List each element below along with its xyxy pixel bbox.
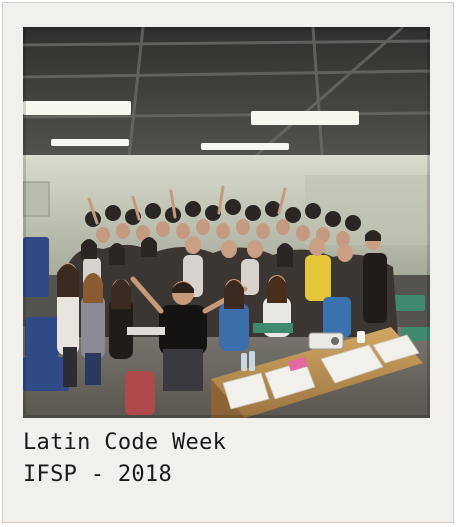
polaroid-card: Latin Code Week IFSP - 2018 [2,2,454,523]
backpack [125,371,155,415]
wall-board [23,181,50,217]
presenter [159,305,207,355]
classroom-photo-illustration [23,27,430,418]
yellow-shirt [305,255,331,301]
caption-line-event: Latin Code Week [23,430,227,455]
caption-line-venue-year: IFSP - 2018 [23,462,172,487]
photo-caption: Latin Code Week IFSP - 2018 [23,427,443,491]
group-photo [23,27,430,418]
